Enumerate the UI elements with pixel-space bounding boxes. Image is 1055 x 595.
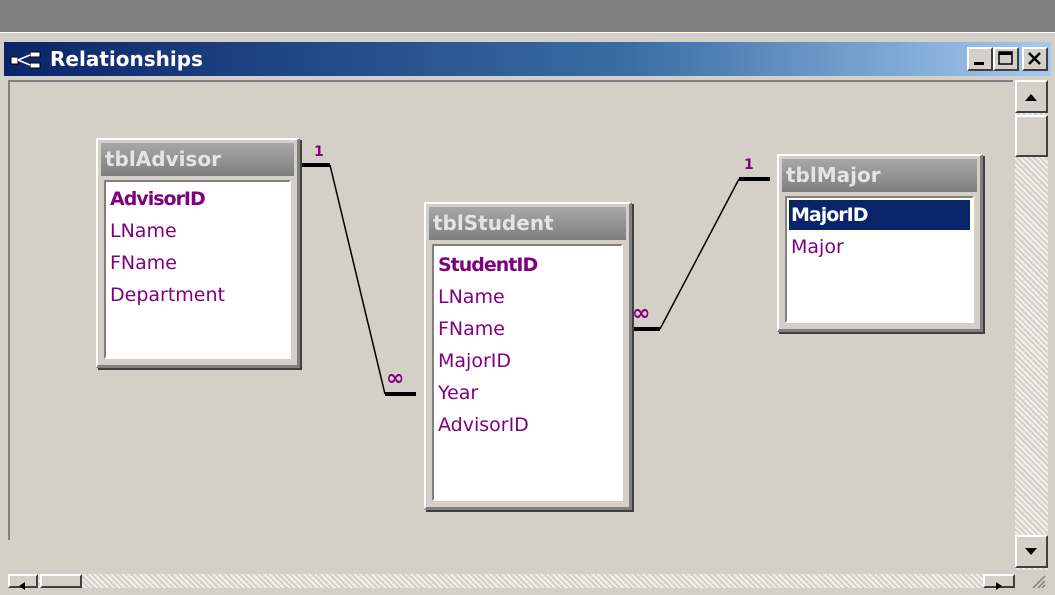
vertical-scroll-thumb[interactable] [1015, 115, 1048, 157]
table-student-field-list[interactable]: StudentID LName FName MajorID Year Advis… [432, 244, 623, 501]
arrow-up-icon [1025, 94, 1037, 101]
field-major-majorid[interactable]: MajorID [788, 199, 971, 231]
window-title: Relationships [50, 47, 203, 71]
title-bar[interactable]: Relationships [4, 42, 1051, 76]
maximize-icon [998, 51, 1013, 65]
horizontal-scroll-thumb[interactable] [40, 574, 82, 588]
field-student-fname[interactable]: FName [438, 314, 505, 344]
scroll-up-button[interactable] [1015, 80, 1048, 113]
relationships-icon [10, 51, 41, 69]
major-one-label: 1 [744, 157, 754, 173]
table-advisor-field-list[interactable]: AdvisorID LName FName Department [104, 180, 291, 359]
table-advisor[interactable]: tblAdvisor AdvisorID LName FName Departm… [96, 138, 300, 368]
table-major-title[interactable]: tblMajor [782, 159, 977, 192]
field-major-major[interactable]: Major [791, 232, 844, 262]
background-window-edge [0, 32, 1055, 37]
scroll-down-button[interactable] [1015, 535, 1048, 568]
advisor-one-label: 1 [314, 144, 324, 160]
close-icon [1028, 52, 1041, 65]
relationship-major-student-line [659, 178, 740, 330]
minimize-icon [974, 62, 984, 65]
field-student-year[interactable]: Year [438, 378, 478, 408]
table-major-field-list[interactable]: MajorID Major [785, 196, 974, 323]
horizontal-scrollbar[interactable] [8, 574, 1015, 590]
field-student-majorid[interactable]: MajorID [438, 346, 511, 376]
resize-grip-icon [1032, 575, 1046, 589]
field-advisor-advisorid[interactable]: AdvisorID [110, 184, 206, 214]
field-student-lname[interactable]: LName [438, 282, 505, 312]
arrow-left-icon [19, 582, 25, 590]
background-window-area [0, 0, 1055, 32]
close-button[interactable] [1022, 47, 1048, 71]
field-advisor-fname[interactable]: FName [110, 248, 177, 278]
relationship-advisor-student-line [329, 164, 386, 395]
major-many-label: ∞ [632, 301, 651, 326]
field-student-advisorid[interactable]: AdvisorID [438, 410, 529, 440]
field-advisor-lname[interactable]: LName [110, 216, 177, 246]
minimize-button[interactable] [967, 47, 993, 71]
vertical-scrollbar[interactable] [1015, 80, 1048, 570]
arrow-down-icon [1025, 548, 1037, 555]
field-student-studentid[interactable]: StudentID [438, 250, 538, 280]
table-student[interactable]: tblStudent StudentID LName FName MajorID… [424, 202, 632, 510]
resize-grip[interactable] [1015, 572, 1048, 589]
arrow-right-icon [996, 582, 1002, 590]
table-student-title[interactable]: tblStudent [429, 207, 626, 240]
field-advisor-department[interactable]: Department [110, 280, 225, 310]
advisor-many-label: ∞ [386, 366, 405, 391]
relationships-window: Relationships 1 ∞ ∞ 1 tblAdvisor Advisor… [0, 38, 1055, 590]
scroll-right-button[interactable] [983, 574, 1015, 590]
table-advisor-title[interactable]: tblAdvisor [101, 143, 294, 176]
table-major[interactable]: tblMajor MajorID Major [777, 154, 983, 332]
relationships-canvas[interactable]: 1 ∞ ∞ 1 tblAdvisor AdvisorID LName FName… [8, 80, 1013, 540]
scroll-left-button[interactable] [8, 574, 38, 590]
maximize-button[interactable] [993, 47, 1019, 71]
